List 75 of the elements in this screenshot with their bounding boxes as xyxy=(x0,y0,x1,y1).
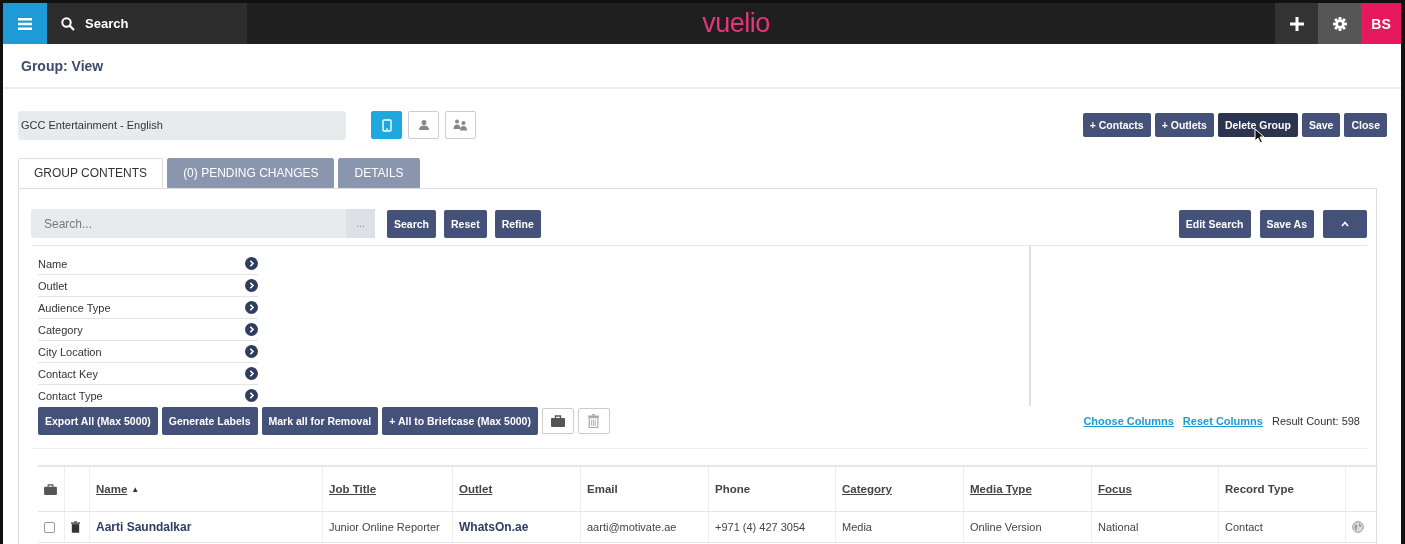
table-cell: aarti@motivate.ae xyxy=(587,521,677,533)
result-count: Result Count: 598 xyxy=(1271,415,1360,427)
person-icon xyxy=(417,119,430,131)
add-button[interactable] xyxy=(1275,3,1318,44)
table-cell: Contact xyxy=(1225,521,1263,533)
view-toggle[interactable] xyxy=(371,111,402,139)
user-avatar[interactable]: BS xyxy=(1361,3,1401,44)
tab[interactable]: GROUP CONTENTS xyxy=(18,158,164,188)
group-name-field[interactable]: GCC Entertainment - English xyxy=(18,110,346,140)
row-checkbox[interactable] xyxy=(44,521,55,533)
page-title: Group: View xyxy=(21,57,104,74)
search-action-button[interactable]: Reset xyxy=(444,209,487,238)
tablet-icon xyxy=(381,118,392,132)
view-toggle[interactable] xyxy=(408,111,439,139)
column-header[interactable]: Media Type xyxy=(970,483,1032,495)
action-button[interactable]: Close xyxy=(1344,113,1387,137)
column-header: Phone xyxy=(715,483,751,495)
sort-indicator: ▲ xyxy=(131,484,140,494)
collapse-button[interactable] xyxy=(1323,209,1367,238)
search-button[interactable]: Search xyxy=(47,3,247,44)
trash-icon xyxy=(588,414,600,428)
column-header[interactable]: Outlet xyxy=(459,483,493,495)
table-cell: Junior Online Reporter xyxy=(329,521,440,533)
bulk-action-button[interactable]: Export All (Max 5000) xyxy=(38,407,158,435)
chevron-circle-icon xyxy=(245,389,258,402)
search-action-button[interactable]: Save As xyxy=(1259,209,1314,238)
bulk-action-button[interactable]: + All to Briefcase (Max 5000) xyxy=(382,407,538,435)
table-cell: Online Version xyxy=(970,521,1042,533)
briefcase-button[interactable] xyxy=(541,408,574,434)
menu-button[interactable] xyxy=(3,3,47,44)
filter-item[interactable]: Outlet xyxy=(38,275,258,297)
globe-icon[interactable] xyxy=(1352,521,1364,533)
action-button[interactable]: + Outlets xyxy=(1154,113,1214,137)
table-cell: National xyxy=(1098,521,1139,533)
column-header: Record Type xyxy=(1225,483,1294,495)
briefcase-icon xyxy=(44,483,57,495)
chevron-circle-icon xyxy=(245,367,258,380)
filter-item[interactable]: Name xyxy=(38,253,258,275)
bulk-action-button[interactable]: Generate Labels xyxy=(161,407,258,435)
column-header[interactable]: Focus xyxy=(1098,483,1132,495)
menu-icon xyxy=(18,17,32,30)
chevron-circle-icon xyxy=(245,323,258,336)
filter-item[interactable]: Contact Type xyxy=(38,385,258,406)
action-button[interactable]: + Contacts xyxy=(1082,113,1151,137)
column-header[interactable]: Job Title xyxy=(329,483,377,495)
chevron-circle-icon xyxy=(245,257,258,270)
action-button[interactable]: Save xyxy=(1301,113,1341,137)
column-header[interactable]: Category xyxy=(842,483,892,495)
table-link[interactable]: Aarti Saundalkar xyxy=(96,520,192,534)
plus-icon xyxy=(1289,16,1304,31)
settings-button[interactable] xyxy=(1318,3,1361,44)
logo: vuelio xyxy=(702,8,770,39)
column-header: Email xyxy=(587,483,618,495)
view-toggle[interactable] xyxy=(445,111,476,139)
column-header[interactable]: Name xyxy=(96,483,128,495)
chevron-circle-icon xyxy=(245,279,258,292)
table-link[interactable]: WhatsOn.ae xyxy=(459,520,529,534)
filter-item[interactable]: City Location xyxy=(38,341,258,363)
search-action-button[interactable]: Refine xyxy=(494,209,541,238)
people-icon xyxy=(453,119,468,131)
table-cell: Media xyxy=(842,521,872,533)
settings-icon xyxy=(1332,16,1347,31)
chevron-circle-icon xyxy=(245,301,258,314)
table-cell: +971 (4) 427 3054 xyxy=(715,521,806,533)
search-action-button[interactable]: Edit Search xyxy=(1178,209,1251,238)
caret-up-icon xyxy=(1341,220,1349,227)
briefcase-icon xyxy=(550,415,565,427)
search-action-button[interactable]: Search xyxy=(387,209,437,238)
search-icon xyxy=(61,16,75,31)
chevron-circle-icon xyxy=(245,345,258,358)
filter-item[interactable]: Contact Key xyxy=(38,363,258,385)
filter-item[interactable]: Category xyxy=(38,319,258,341)
bulk-action-button[interactable]: Mark all for Removal xyxy=(261,407,379,435)
trash-icon[interactable] xyxy=(71,521,80,533)
filter-item[interactable]: Audience Type xyxy=(38,297,258,319)
